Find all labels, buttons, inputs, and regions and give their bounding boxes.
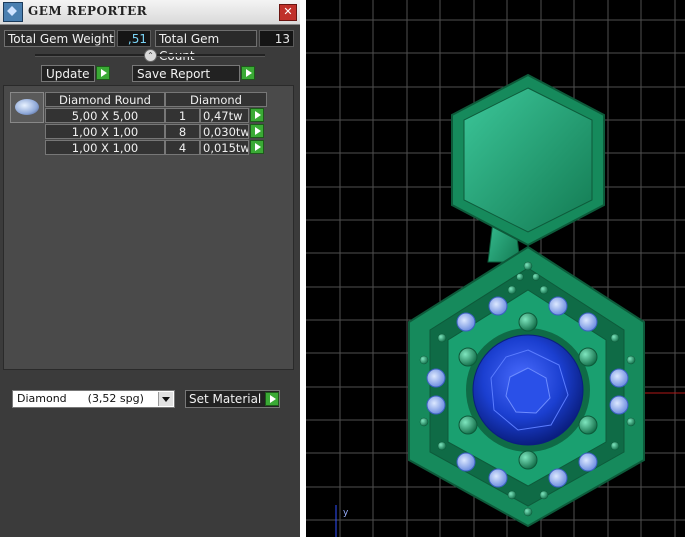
total-gem-weight-value: ,51 (117, 30, 151, 47)
update-button[interactable]: Update (41, 65, 95, 82)
gem-thumbnail-icon[interactable] (10, 92, 44, 123)
total-gem-count-value: 13 (259, 30, 294, 47)
row-weight: 0,47tw (200, 108, 249, 123)
row-count: 1 (165, 108, 200, 123)
material-select-value: Diamond (3,52 spg) (17, 392, 144, 405)
row-count: 4 (165, 140, 200, 155)
total-gem-count-label: Total Gem Count (155, 30, 257, 63)
material-select[interactable]: Diamond (3,52 spg) (12, 390, 175, 408)
collapse-icon[interactable]: ⌃ (144, 49, 157, 62)
total-gem-weight-label: Total Gem Weight (4, 30, 115, 47)
viewport-canvas (306, 0, 685, 537)
save-report-play-icon[interactable] (241, 66, 255, 80)
diamond-round-icon (15, 99, 39, 115)
pendant-model (408, 73, 645, 528)
y-axis-label: y (343, 508, 349, 518)
table-header-material: Diamond (165, 92, 267, 107)
table-header-shape: Diamond Round (45, 92, 165, 107)
row-weight: 0,015tw (200, 140, 249, 155)
title-bar: GEM REPORTER ✕ (0, 0, 300, 25)
update-button-label: Update (46, 67, 90, 81)
3d-viewport[interactable]: y (306, 0, 685, 537)
update-play-icon[interactable] (96, 66, 110, 80)
app-icon (3, 2, 23, 22)
dropdown-arrow-icon[interactable] (158, 392, 173, 406)
set-material-play-icon[interactable] (265, 392, 279, 406)
row-count: 8 (165, 124, 200, 139)
row-play-icon[interactable] (250, 108, 264, 122)
save-report-button[interactable]: Save Report (132, 65, 240, 82)
row-size: 1,00 X 1,00 (45, 140, 165, 155)
close-icon[interactable]: ✕ (279, 4, 297, 21)
save-report-button-label: Save Report (137, 67, 211, 81)
row-play-icon[interactable] (250, 124, 264, 138)
row-play-icon[interactable] (250, 140, 264, 154)
window-title: GEM REPORTER (28, 4, 148, 18)
gem-reporter-panel: GEM REPORTER ✕ Total Gem Weight ,51 Tota… (0, 0, 300, 537)
row-weight: 0,030tw (200, 124, 249, 139)
row-size: 5,00 X 5,00 (45, 108, 165, 123)
set-material-button-label: Set Material (189, 392, 262, 406)
row-size: 1,00 X 1,00 (45, 124, 165, 139)
